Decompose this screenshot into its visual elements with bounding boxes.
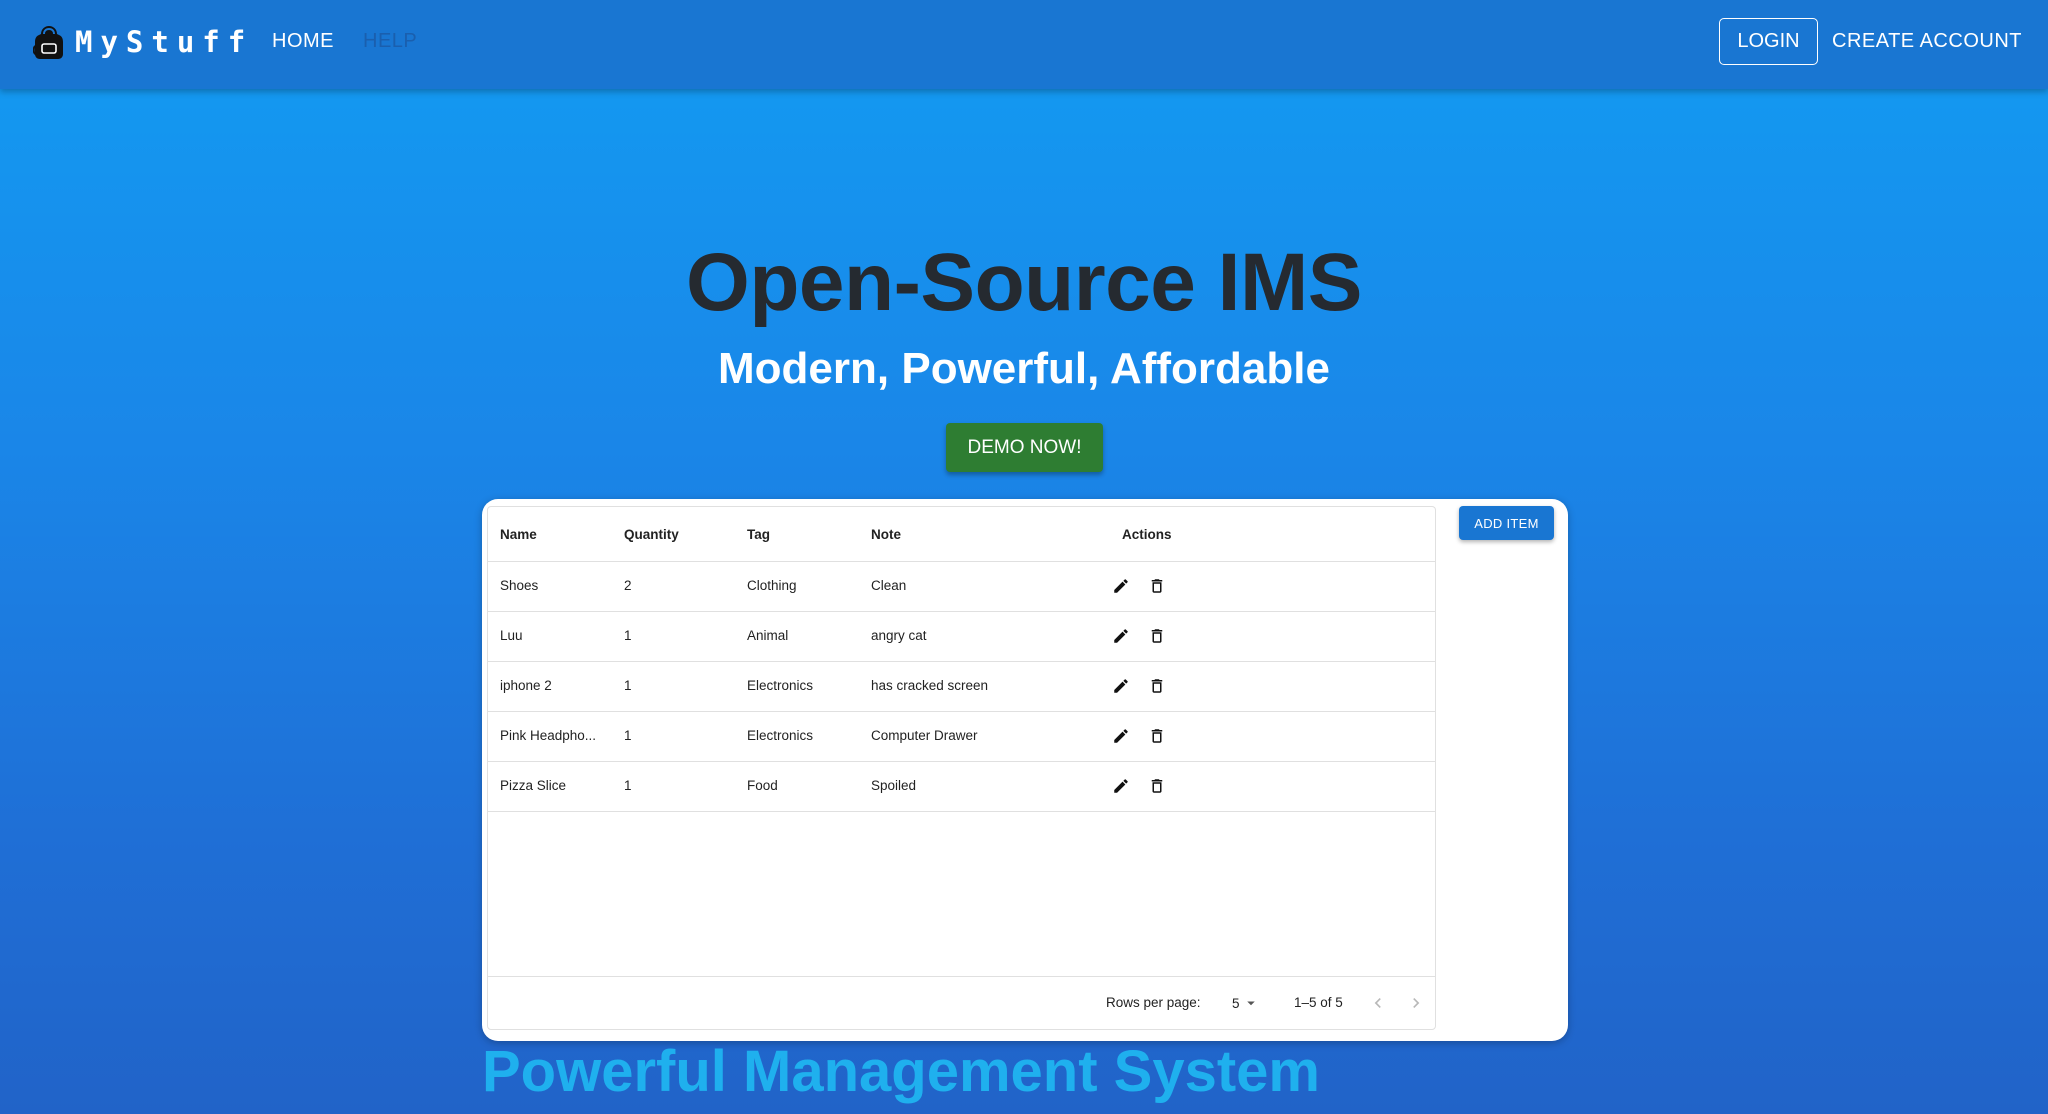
cell-name: iphone 2 — [500, 678, 552, 693]
nav-help-link[interactable]: HELP — [363, 30, 417, 53]
table-pagination: Rows per page: 5 1–5 of 5 — [488, 976, 1435, 1029]
table-row[interactable]: Luu 1 Animal angry cat — [488, 612, 1435, 662]
backpack-logo-icon — [33, 26, 63, 59]
add-item-button[interactable]: ADD ITEM — [1459, 506, 1554, 540]
demo-now-button[interactable]: DEMO NOW! — [946, 423, 1103, 472]
cell-note: Computer Drawer — [871, 728, 978, 743]
cell-tag: Clothing — [747, 578, 797, 593]
hero-title: Open-Source IMS — [686, 237, 1362, 328]
column-header-name[interactable]: Name — [500, 527, 608, 542]
column-header-actions: Actions — [1122, 527, 1172, 542]
table-row[interactable]: Shoes 2 Clothing Clean — [488, 562, 1435, 612]
nav-home-link[interactable]: HOME — [272, 30, 334, 53]
column-header-quantity[interactable]: Quantity — [624, 527, 679, 542]
brand[interactable]: MyStuff — [33, 24, 253, 60]
edit-button[interactable] — [1110, 675, 1132, 697]
delete-button[interactable] — [1146, 675, 1168, 697]
delete-button[interactable] — [1146, 775, 1168, 797]
pagination-range: 1–5 of 5 — [1294, 995, 1343, 1010]
rows-per-page-label: Rows per page: — [1106, 995, 1201, 1010]
trash-icon — [1151, 779, 1163, 793]
section-title: Powerful Management System — [482, 1039, 1320, 1104]
pencil-icon — [1114, 629, 1128, 643]
previous-page-button[interactable] — [1366, 991, 1390, 1015]
cell-quantity: 1 — [624, 628, 632, 643]
caret-down-icon — [1246, 1001, 1255, 1006]
cell-name: Pizza Slice — [500, 778, 567, 793]
trash-icon — [1151, 679, 1163, 693]
hero-subtitle: Modern, Powerful, Affordable — [718, 344, 1330, 393]
brand-name: MyStuff — [75, 25, 254, 59]
cell-note: Clean — [871, 578, 907, 593]
top-navbar: MyStuff HOME HELP LOGIN CREATE ACCOUNT — [0, 0, 2048, 89]
trash-icon — [1151, 729, 1163, 743]
delete-button[interactable] — [1146, 625, 1168, 647]
pencil-icon — [1114, 679, 1128, 693]
pencil-icon — [1114, 729, 1128, 743]
edit-button[interactable] — [1110, 575, 1132, 597]
inventory-card: Name Quantity Tag Note Actions Shoes 2 C… — [482, 499, 1568, 1041]
cell-note: Spoiled — [871, 778, 917, 793]
cell-tag: Food — [747, 778, 778, 793]
trash-icon — [1151, 629, 1163, 643]
cell-quantity: 1 — [624, 678, 632, 693]
table-row[interactable]: iphone 2 1 Electronics has cracked scree… — [488, 662, 1435, 712]
cell-note: has cracked screen — [871, 678, 989, 693]
table-row[interactable]: Pizza Slice 1 Food Spoiled — [488, 762, 1435, 812]
cell-name: Pink Headpho... — [500, 728, 597, 743]
cell-quantity: 2 — [624, 578, 632, 593]
inventory-data-grid: Name Quantity Tag Note Actions Shoes 2 C… — [487, 506, 1436, 1030]
cell-note: angry cat — [871, 628, 927, 643]
cell-tag: Animal — [747, 628, 789, 643]
chevron-right-icon — [1413, 998, 1420, 1008]
delete-button[interactable] — [1146, 725, 1168, 747]
cell-name: Shoes — [500, 578, 539, 593]
pencil-icon — [1114, 779, 1128, 793]
rows-per-page-value: 5 — [1232, 995, 1240, 1011]
cell-name: Luu — [500, 628, 523, 643]
create-account-link[interactable]: CREATE ACCOUNT — [1832, 30, 2022, 53]
trash-icon — [1151, 579, 1163, 593]
cell-quantity: 1 — [624, 728, 632, 743]
cell-tag: Electronics — [747, 728, 814, 743]
edit-button[interactable] — [1110, 625, 1132, 647]
column-header-note[interactable]: Note — [871, 527, 901, 542]
rows-per-page-select[interactable]: 5 — [1227, 991, 1267, 1015]
pencil-icon — [1114, 579, 1128, 593]
table-header: Name Quantity Tag Note Actions — [488, 507, 1435, 562]
cell-quantity: 1 — [624, 778, 632, 793]
chevron-left-icon — [1374, 998, 1381, 1008]
column-header-tag[interactable]: Tag — [747, 527, 770, 542]
edit-button[interactable] — [1110, 725, 1132, 747]
edit-button[interactable] — [1110, 775, 1132, 797]
next-page-button[interactable] — [1404, 991, 1428, 1015]
delete-button[interactable] — [1146, 575, 1168, 597]
login-button[interactable]: LOGIN — [1719, 18, 1818, 65]
table-row[interactable]: Pink Headpho... 1 Electronics Computer D… — [488, 712, 1435, 762]
cell-tag: Electronics — [747, 678, 814, 693]
